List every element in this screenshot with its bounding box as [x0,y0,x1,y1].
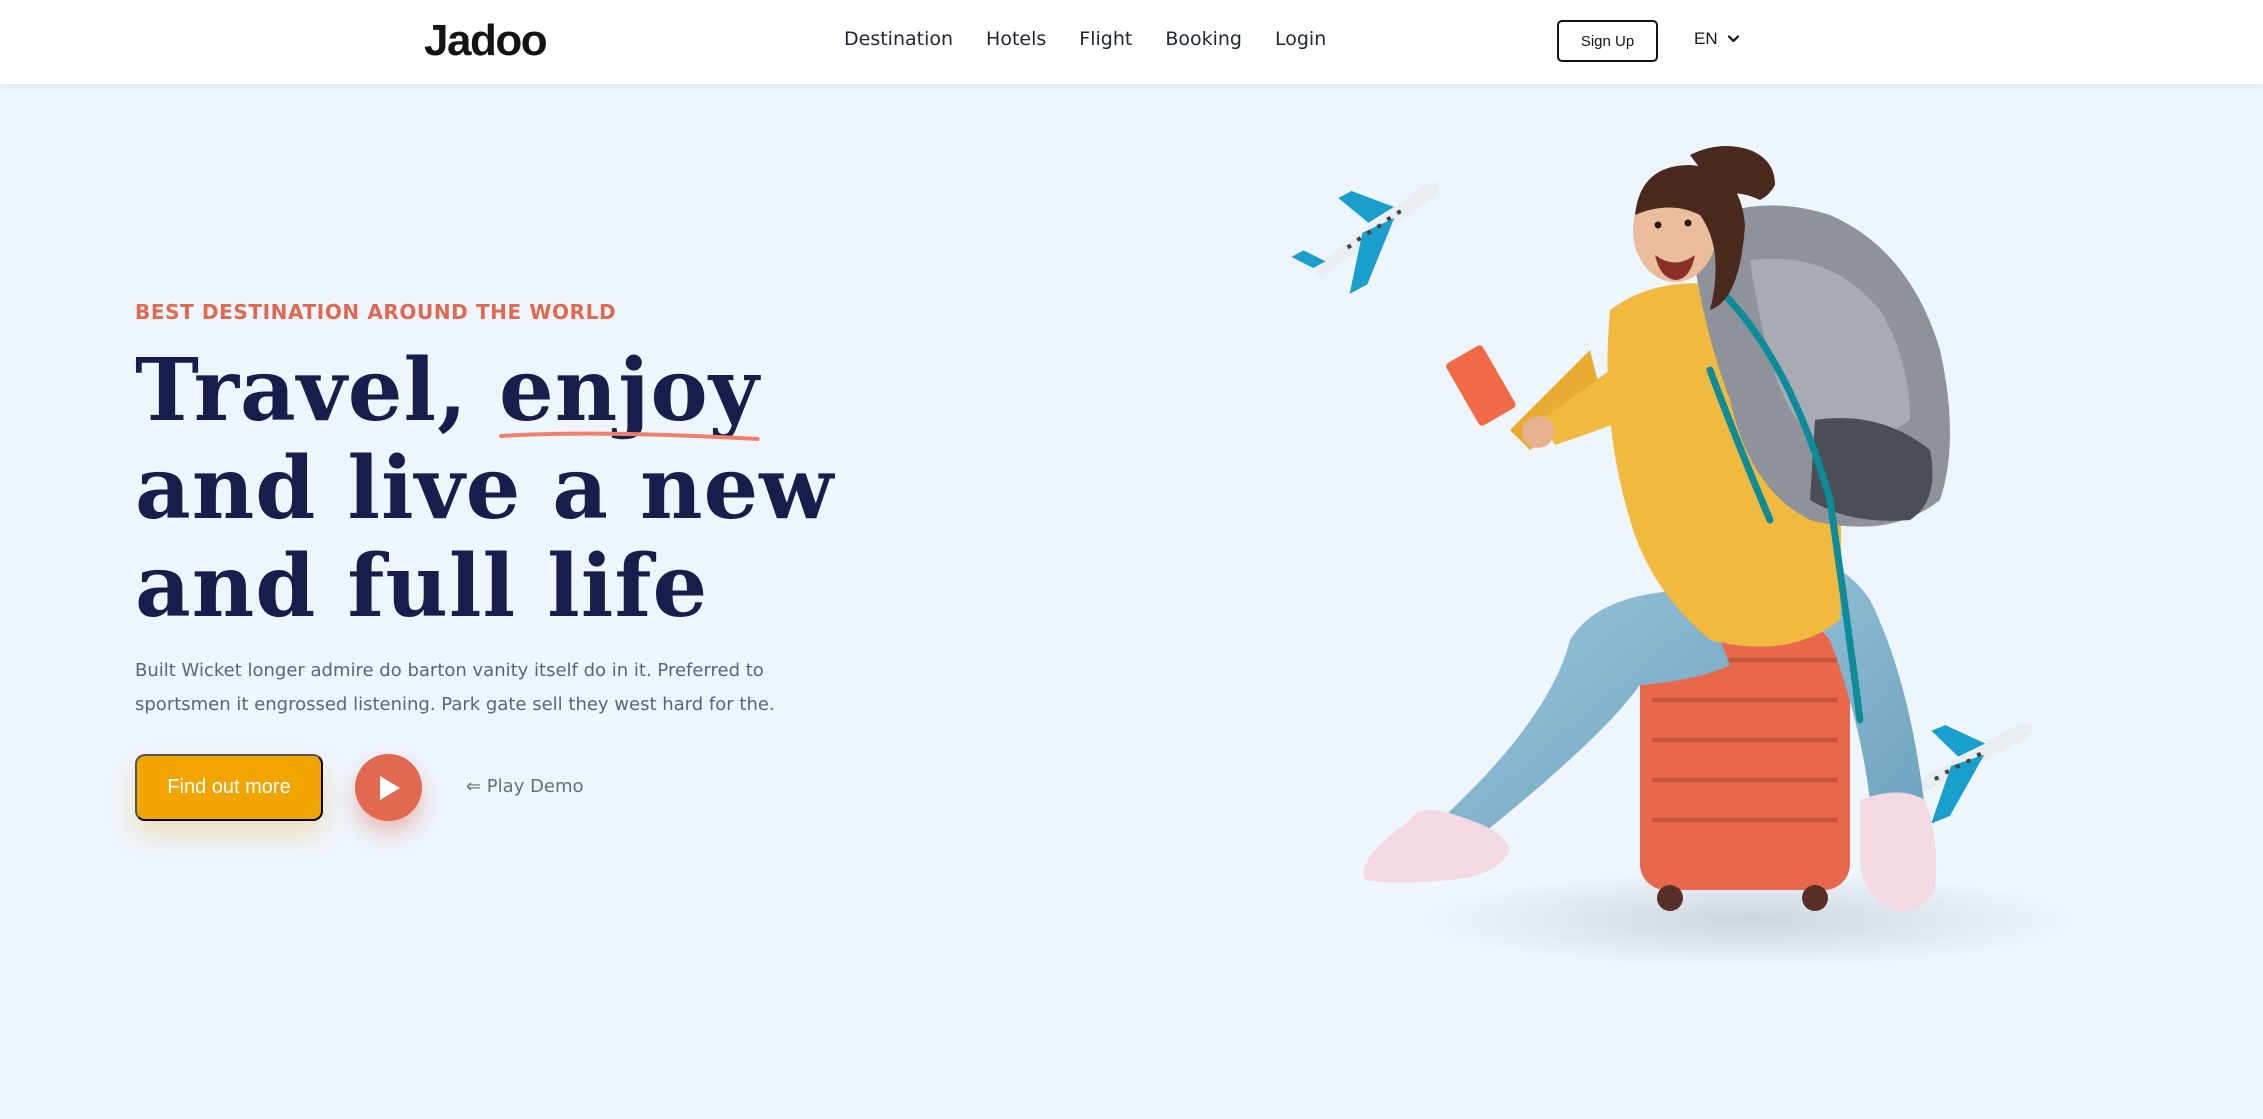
chevron-down-icon [1727,35,1739,43]
language-label: EN [1694,29,1718,48]
play-demo-label[interactable]: ⇐ Play Demo [466,776,584,797]
traveler-illustration [1291,146,2070,968]
headline-line-1: Travel, enjoy [135,340,834,441]
main-nav: Destination Hotels Flight Booking Login [844,28,1326,50]
nav-booking[interactable]: Booking [1165,28,1242,50]
headline-enjoy-text: enjoy [499,340,760,441]
airplane-icon [1291,182,1440,294]
headline-line-3: and full life [135,536,709,637]
hero-description: Built Wicket longer admire do barton van… [135,660,775,715]
headline-line-2: and live a new [135,438,835,539]
headline-enjoy: enjoy [499,340,760,441]
hero-tagline: BEST DESTINATION AROUND THE WORLD [135,300,617,324]
enjoy-underline [499,431,760,441]
play-demo-button[interactable] [355,754,422,821]
nav-login[interactable]: Login [1275,28,1326,50]
language-selector[interactable]: EN [1694,29,1739,49]
site-header: Jadoo Destination Hotels Flight Booking … [0,0,2263,84]
sign-up-button[interactable]: Sign Up [1557,20,1658,62]
find-out-more-button[interactable]: Find out more [135,754,323,821]
play-icon [379,775,400,800]
nav-destination[interactable]: Destination [844,28,953,50]
nav-flight[interactable]: Flight [1079,28,1132,50]
hero-headline: Travel, enjoy and live a new and full li… [135,342,834,636]
logo[interactable]: Jadoo [424,16,548,66]
nav-hotels[interactable]: Hotels [986,28,1046,50]
headline-travel: Travel, [135,340,500,441]
